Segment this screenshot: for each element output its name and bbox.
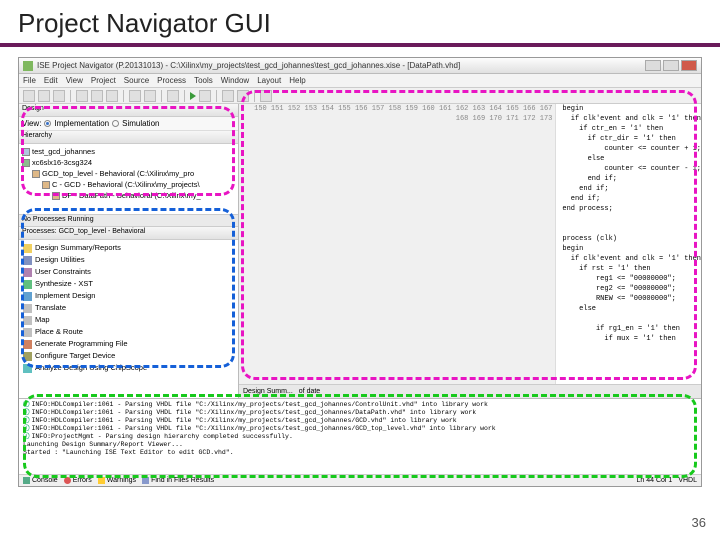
tb-zoomfit-icon[interactable] (222, 90, 234, 102)
tb-undo-icon[interactable] (129, 90, 141, 102)
info-icon: ⓘ (23, 401, 30, 409)
tb-stop-icon[interactable] (199, 90, 211, 102)
tb-redo-icon[interactable] (144, 90, 156, 102)
menu-process[interactable]: Process (157, 76, 186, 85)
menubar: File Edit View Project Source Process To… (19, 74, 701, 88)
proc-user-constraints[interactable]: User Constraints (19, 266, 238, 278)
line-gutter: 150 151 152 153 154 155 156 157 158 159 … (239, 104, 556, 384)
minimize-button[interactable] (645, 60, 661, 71)
tb-cut-icon[interactable] (76, 90, 88, 102)
code-editor[interactable]: 150 151 152 153 154 155 156 157 158 159 … (239, 104, 701, 384)
editor-tabs: Design Summ... of date (239, 384, 701, 398)
error-icon (64, 477, 71, 484)
menu-layout[interactable]: Layout (257, 76, 281, 85)
menu-edit[interactable]: Edit (44, 76, 58, 85)
console-line: INFO:HDLCompiler:1061 - Parsing VHDL fil… (32, 425, 496, 433)
tb-save-icon[interactable] (53, 90, 65, 102)
toolbar (19, 88, 701, 104)
tree-top-level[interactable]: GCD_top_level - Behavioral (C:\Xilinx\my… (22, 168, 235, 179)
tab-find-results[interactable]: Find in Files Results (142, 477, 214, 484)
no-processes-running: No Processes Running (19, 214, 238, 227)
proc-translate[interactable]: Translate (19, 302, 238, 314)
console-line: INFO:HDLCompiler:1061 - Parsing VHDL fil… (32, 409, 477, 417)
editor-pane: 150 151 152 153 154 155 156 157 158 159 … (239, 104, 701, 398)
tab-design-summary[interactable]: Design Summ... (243, 388, 293, 395)
menu-view[interactable]: View (66, 76, 83, 85)
processes-tree[interactable]: Design Summary/Reports Design Utilities … (19, 240, 238, 398)
menu-window[interactable]: Window (221, 76, 249, 85)
tab-errors[interactable]: Errors (64, 477, 92, 484)
tb-paste-icon[interactable] (106, 90, 118, 102)
info-icon: ⓘ (23, 409, 30, 417)
console-icon (23, 477, 30, 484)
implementation-label[interactable]: Implementation (54, 119, 109, 128)
proc-gen-prog-file[interactable]: Generate Programming File (19, 338, 238, 350)
tab-of-date[interactable]: of date (299, 388, 320, 395)
tb-light-icon[interactable] (237, 90, 249, 102)
hierarchy-tree[interactable]: test_gcd_johannes xc6slx16-3csg324 GCD_t… (19, 144, 238, 214)
proc-chipscope[interactable]: Analyze Design Using ChipScope (19, 362, 238, 374)
info-icon: ⓘ (23, 425, 30, 433)
view-row: View: Implementation Simulation (19, 117, 238, 131)
simulation-radio[interactable] (112, 120, 119, 127)
proc-implement[interactable]: Implement Design (19, 290, 238, 302)
tree-gcd[interactable]: C - GCD - Behavioral (C:\Xilinx\my_proje… (22, 179, 235, 190)
proc-map[interactable]: Map (19, 314, 238, 326)
info-icon: ⓘ (23, 433, 30, 441)
proc-synthesize[interactable]: Synthesize - XST (19, 278, 238, 290)
page-number: 36 (692, 515, 706, 530)
bottom-tabs: Console Errors Warnings Find in Files Re… (19, 474, 701, 486)
titlebar-text: ISE Project Navigator (P.20131013) - C:\… (37, 61, 645, 70)
tree-device[interactable]: xc6slx16-3csg324 (22, 157, 235, 168)
tb-open-icon[interactable] (38, 90, 50, 102)
info-icon: ⓘ (23, 417, 30, 425)
tree-project[interactable]: test_gcd_johannes (22, 146, 235, 157)
maximize-button[interactable] (663, 60, 679, 71)
hierarchy-header: Hierarchy (19, 131, 238, 144)
proc-configure-target[interactable]: Configure Target Device (19, 350, 238, 362)
console-line: INFO:HDLCompiler:1061 - Parsing VHDL fil… (32, 401, 488, 409)
implementation-radio[interactable] (44, 120, 51, 127)
warning-icon (98, 477, 105, 484)
design-panel-header: Design (19, 104, 238, 117)
menu-source[interactable]: Source (124, 76, 149, 85)
tb-new-icon[interactable] (23, 90, 35, 102)
main-area: Design View: Implementation Simulation H… (19, 104, 701, 398)
app-icon (23, 61, 33, 71)
console-line: Launching Design Summary/Report Viewer..… (23, 441, 183, 449)
console-panel[interactable]: ⓘINFO:HDLCompiler:1061 - Parsing VHDL fi… (19, 398, 701, 474)
proc-design-utilities[interactable]: Design Utilities (19, 254, 238, 266)
console-line: INFO:ProjectMgmt - Parsing design hierar… (32, 433, 293, 441)
slide-title: Project Navigator GUI (0, 0, 720, 47)
tab-console[interactable]: Console (23, 477, 58, 484)
menu-file[interactable]: File (23, 76, 36, 85)
status-language: VHDL (678, 477, 697, 484)
tb-help-icon[interactable] (260, 90, 272, 102)
proc-place-route[interactable]: Place & Route (19, 326, 238, 338)
app-window: ISE Project Navigator (P.20131013) - C:\… (18, 57, 702, 487)
menu-help[interactable]: Help (289, 76, 305, 85)
close-button[interactable] (681, 60, 697, 71)
menu-tools[interactable]: Tools (194, 76, 213, 85)
status-position: Ln 44 Col 1 (637, 477, 673, 484)
find-icon (142, 477, 149, 484)
tb-find-icon[interactable] (167, 90, 179, 102)
code-content[interactable]: begin if clk'event and clk = '1' then if… (556, 104, 701, 384)
console-line: Started : "Launching ISE Text Editor to … (23, 449, 234, 457)
view-label: View: (22, 119, 41, 128)
proc-design-summary[interactable]: Design Summary/Reports (19, 242, 238, 254)
tb-copy-icon[interactable] (91, 90, 103, 102)
processes-header: Processes: GCD_top_level - Behavioral (19, 227, 238, 240)
titlebar[interactable]: ISE Project Navigator (P.20131013) - C:\… (19, 58, 701, 74)
tree-datapath[interactable]: DP - DataPath - Behavioral (C:\Xilinx\my… (22, 190, 235, 201)
left-pane: Design View: Implementation Simulation H… (19, 104, 239, 398)
tab-warnings[interactable]: Warnings (98, 477, 136, 484)
simulation-label[interactable]: Simulation (122, 119, 159, 128)
tb-run-icon[interactable] (190, 92, 196, 100)
console-line: INFO:HDLCompiler:1061 - Parsing VHDL fil… (32, 417, 457, 425)
menu-project[interactable]: Project (91, 76, 116, 85)
